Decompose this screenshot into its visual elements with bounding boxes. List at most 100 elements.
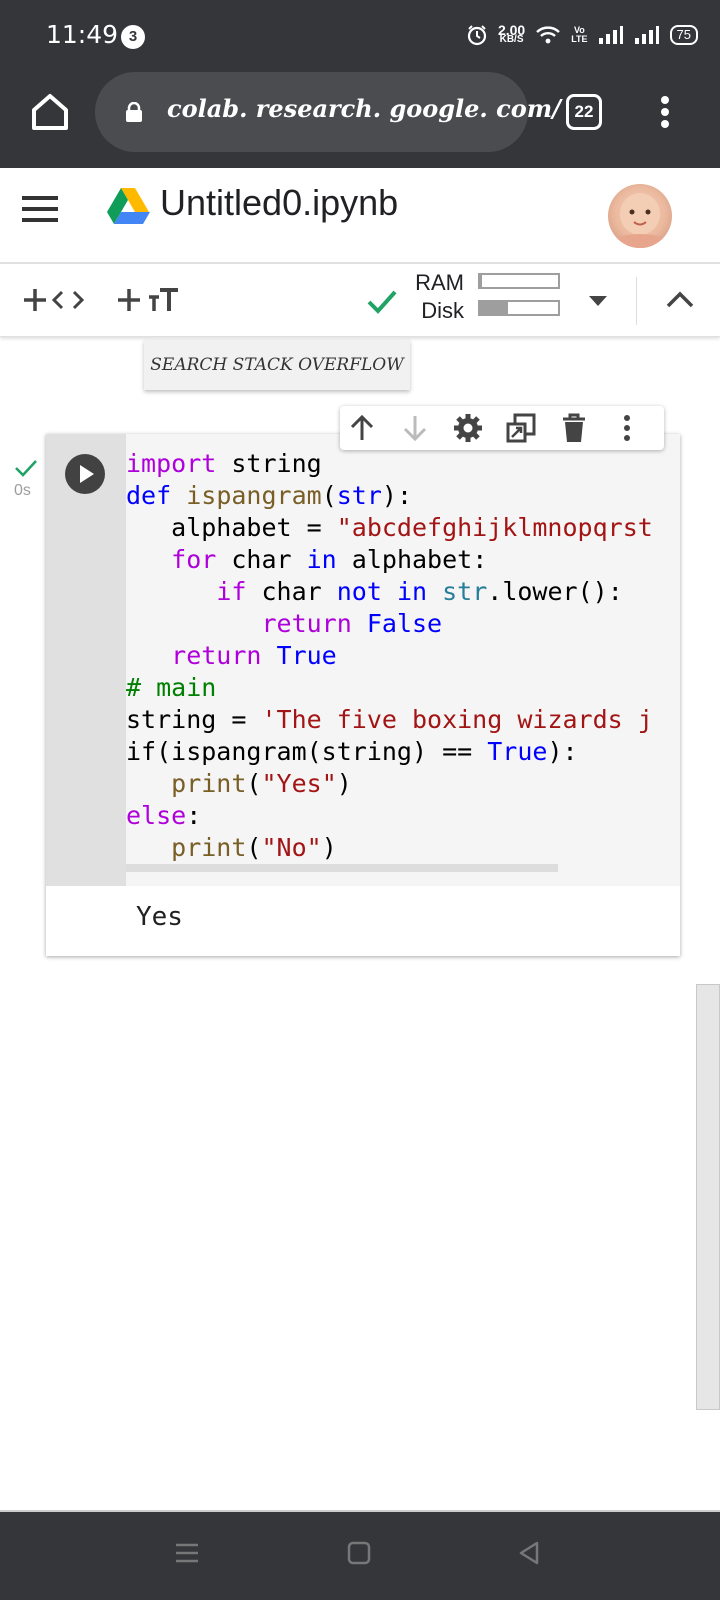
dropdown-icon[interactable]: [588, 295, 608, 307]
code-token: .lower():: [487, 577, 623, 606]
cell-gutter: [46, 434, 126, 886]
arrow-down-icon[interactable]: [399, 412, 431, 444]
system-nav-bar: [0, 1512, 720, 1600]
signal-icon: [634, 26, 659, 44]
code-token: string: [216, 449, 322, 478]
add-text-button[interactable]: [116, 285, 180, 315]
volte-indicator: Vo LTE: [571, 25, 588, 44]
code-token: alphabet =: [126, 513, 337, 542]
colab-header: Untitled0.ipynb: [0, 168, 720, 264]
avatar-image: [612, 193, 668, 248]
code-line[interactable]: return True: [126, 640, 653, 672]
code-token: alphabet:: [336, 545, 488, 574]
code-line[interactable]: import string: [126, 448, 653, 480]
add-code-button[interactable]: [22, 285, 88, 315]
code-token: import: [126, 449, 217, 478]
settings-icon[interactable]: [452, 412, 484, 444]
code-token: string =: [126, 705, 262, 734]
search-stack-overflow-tooltip[interactable]: SEARCH STACK OVERFLOW: [144, 340, 410, 390]
arrow-up-icon[interactable]: [346, 412, 378, 444]
code-line[interactable]: return False: [126, 608, 653, 640]
code-token: print: [171, 833, 247, 862]
ram-meter-fill: [480, 275, 483, 287]
nav-menu-icon[interactable]: [174, 1540, 200, 1566]
code-token: return: [261, 609, 352, 638]
resource-labels[interactable]: RAM Disk: [402, 269, 464, 325]
code-token: 'The five boxing wizards j: [261, 705, 653, 734]
signal-icon: [598, 26, 623, 44]
nav-back-icon[interactable]: [516, 1540, 542, 1566]
collapse-icon[interactable]: [666, 289, 694, 309]
vertical-scrollbar[interactable]: [696, 984, 720, 1410]
code-token: (: [246, 769, 262, 798]
code-line[interactable]: print("Yes"): [126, 768, 653, 800]
code-text[interactable]: import string def ispangram(str): alphabe…: [126, 448, 653, 864]
code-line[interactable]: else:: [126, 800, 653, 832]
code-token: True: [487, 737, 548, 766]
code-line[interactable]: alphabet = "abcdefghijklmnopqrst: [126, 512, 653, 544]
code-token: def: [126, 481, 172, 510]
code-token: ispangram: [186, 481, 322, 510]
code-line[interactable]: if char not in str.lower():: [126, 576, 653, 608]
code-token: in: [396, 577, 428, 606]
hamburger-icon[interactable]: [22, 194, 58, 224]
nav-home-icon[interactable]: [346, 1540, 372, 1566]
delete-icon[interactable]: [558, 412, 590, 444]
browser-toolbar: colab. research. google. com/ 22: [0, 68, 720, 168]
code-token: "Yes": [261, 769, 337, 798]
url-text[interactable]: colab. research. google. com/: [167, 94, 561, 123]
code-line[interactable]: string = 'The five boxing wizards j: [126, 704, 653, 736]
add-text-icon: [118, 288, 178, 311]
address-bar[interactable]: colab. research. google. com/: [95, 72, 561, 152]
ram-meter: [478, 273, 560, 289]
more-vert-icon[interactable]: [611, 412, 643, 444]
status-time: 11:49: [46, 20, 119, 49]
mirror-cell-icon[interactable]: [505, 412, 537, 444]
code-line[interactable]: # main: [126, 672, 653, 704]
add-code-icon: [24, 289, 85, 311]
code-token: str: [336, 481, 382, 510]
code-token: print: [171, 769, 247, 798]
toolbar-divider: [636, 277, 637, 325]
code-line[interactable]: print("No"): [126, 832, 653, 864]
tabs-icon[interactable]: 22: [566, 94, 602, 130]
code-token: char: [246, 577, 337, 606]
cell-output: Yes: [136, 902, 183, 932]
code-token: else: [126, 801, 187, 830]
net-speed: 2.00 KB/S: [497, 22, 526, 45]
code-token: (: [246, 833, 262, 862]
code-token: True: [276, 641, 337, 670]
more-vert-icon[interactable]: [650, 92, 680, 132]
code-token: :: [186, 801, 202, 830]
code-line[interactable]: def ispangram(str):: [126, 480, 653, 512]
code-token: "abcdefghijklmnopqrst: [336, 513, 653, 542]
code-token: (string) ==: [306, 737, 488, 766]
code-token: ):: [381, 481, 413, 510]
avatar[interactable]: [608, 184, 672, 248]
code-token: for: [171, 545, 217, 574]
drive-logo[interactable]: [106, 186, 150, 226]
play-icon: [80, 465, 94, 483]
run-cell-button[interactable]: [65, 454, 105, 494]
disk-meter: [478, 300, 560, 316]
code-token: ):: [547, 737, 578, 766]
code-editor[interactable]: import string def ispangram(str): alphabe…: [126, 434, 680, 886]
code-line[interactable]: for char in alphabet:: [126, 544, 653, 576]
code-cell[interactable]: import string def ispangram(str): alphabe…: [46, 434, 680, 956]
code-token: ispangram: [171, 737, 307, 766]
code-token: "No": [261, 833, 322, 862]
horizontal-scrollbar[interactable]: [126, 864, 558, 872]
code-token: char: [216, 545, 307, 574]
notebook-title[interactable]: Untitled0.ipynb: [160, 182, 398, 224]
notification-count-badge: 3: [121, 25, 145, 49]
wifi-icon: [536, 26, 561, 44]
code-line[interactable]: if(ispangram(string) == True):: [126, 736, 653, 768]
code-token: ): [321, 833, 337, 862]
home-icon[interactable]: [28, 90, 72, 134]
